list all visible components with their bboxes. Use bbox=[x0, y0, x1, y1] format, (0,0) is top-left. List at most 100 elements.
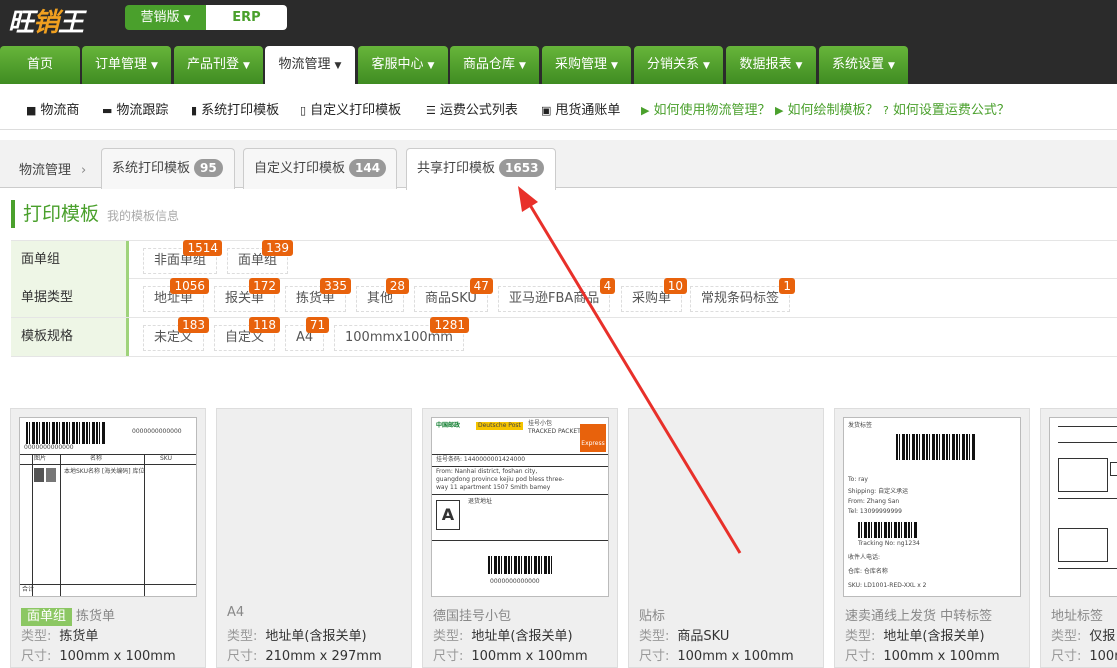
tab-count-badge: 95 bbox=[194, 159, 223, 177]
filter-option[interactable]: 100mmx100mm 1281 bbox=[334, 317, 469, 351]
subnav-freight-formulas[interactable]: ☰ 运费公式列表 bbox=[426, 99, 518, 118]
filter-option[interactable]: 面单组 139 bbox=[227, 240, 294, 274]
subnav-custom-templates[interactable]: ▯ 自定义打印模板 bbox=[300, 99, 401, 118]
tracking-icon: ▬ bbox=[102, 104, 113, 117]
sub-nav: ■ 物流商 ▬ 物流跟踪 ▮ 系统打印模板 ▯ 自定义打印模板 ☰ 运费公式列表 ▣ 甩货通… bbox=[0, 84, 1117, 130]
from-line: From: Zhang San bbox=[848, 498, 900, 505]
help-freight-link[interactable]: ? 如何设置运费公式？ bbox=[883, 99, 1010, 118]
subnav-bill[interactable]: ▣ 甩货通账单 bbox=[541, 99, 620, 118]
tab-count-badge: 1653 bbox=[499, 159, 545, 177]
template-thumbnail bbox=[1049, 417, 1117, 597]
caret-down-icon: ▼ bbox=[427, 61, 435, 71]
nav-listing[interactable]: 产品刊登 ▼ bbox=[174, 46, 263, 84]
nav-service[interactable]: 客服中心 ▼ bbox=[358, 46, 448, 84]
template-name: 地址标签 bbox=[1051, 609, 1104, 624]
filter-row-doc-type: 单据类型 地址单 1056 报关单 172 拣货单 335 其他 28 商品SKU 47 … bbox=[11, 278, 1117, 318]
filter-row-spec: 模板规格 未定义 183 自定义 118 A4 71 100mmx100mm 1281 bbox=[11, 317, 1117, 357]
filter-label: 单据类型 bbox=[11, 279, 129, 317]
help-template-link[interactable]: ▶ 如何绘制模板？ bbox=[775, 99, 878, 118]
count-badge: 4 bbox=[599, 278, 616, 294]
barcode bbox=[488, 556, 554, 574]
breadcrumb: 物流管理 › bbox=[19, 163, 87, 178]
filter-option[interactable]: 常规条码标签 1 bbox=[690, 278, 796, 312]
help-logistics-link[interactable]: ▶ 如何使用物流管理？ bbox=[641, 99, 770, 118]
subnav-tracking[interactable]: ▬ 物流跟踪 bbox=[102, 99, 168, 118]
express-logo: Express bbox=[580, 424, 606, 452]
from-address: From: Nanhai district, foshan city, guan… bbox=[436, 468, 565, 491]
template-type: 类型: 地址单(含报关单) bbox=[227, 629, 367, 644]
tab-system-templates[interactable]: 系统打印模板 95 bbox=[101, 148, 235, 189]
filter-option[interactable]: 未定义 183 bbox=[143, 317, 210, 351]
col-header: SKU bbox=[160, 455, 172, 462]
filter-option[interactable]: 拣货单 335 bbox=[285, 278, 352, 312]
edition-marketing-button[interactable]: 营销版 ▼ bbox=[125, 5, 206, 30]
tab-custom-templates[interactable]: 自定义打印模板 144 bbox=[243, 148, 397, 189]
barcode bbox=[26, 422, 106, 444]
receiver-line: 收件人电话: bbox=[848, 554, 881, 561]
count-badge: 118 bbox=[249, 317, 281, 333]
tracked-label: TRACKED PACKET bbox=[528, 428, 581, 435]
template-name: 德国挂号小包 bbox=[433, 609, 512, 624]
template-size: 尺寸: 100mm x 100mm bbox=[845, 649, 1000, 664]
nav-warehouse[interactable]: 商品仓库 ▼ bbox=[450, 46, 539, 84]
nav-purchase[interactable]: 采购管理 ▼ bbox=[542, 46, 631, 84]
template-size: 尺寸: 100mm x 100mm bbox=[21, 649, 176, 664]
page-subtitle: 我的模板信息 bbox=[107, 209, 180, 223]
template-type: 类型: 仅报 bbox=[1051, 629, 1116, 644]
template-card[interactable]: 中国邮政 Deutsche Post 挂号小包 TRACKED PACKET E… bbox=[422, 408, 618, 668]
template-thumbnail: 发货标签 To: ray Shipping: 自定义承运 From: Zhang… bbox=[843, 417, 1021, 597]
sku-line: SKU: LD1001-RED-XXL x 2 bbox=[848, 582, 927, 589]
truck-icon: ■ bbox=[26, 104, 37, 117]
barcode-number: 0000000000000 bbox=[132, 428, 182, 435]
filter-option[interactable]: 商品SKU 47 bbox=[414, 278, 493, 312]
template-thumbnail: 0000000000000 0000000000000 图片 名称 SKU 本地… bbox=[19, 417, 197, 597]
caret-down-icon: ▼ bbox=[151, 61, 158, 71]
nav-reports[interactable]: 数据报表 ▼ bbox=[726, 46, 816, 84]
main-nav: 首页 订单管理 ▼ 产品刊登 ▼ 物流管理 ▼ 客服中心 ▼ 商品仓库 ▼ 采购管理 ▼ 分… bbox=[0, 40, 1117, 84]
barcode-number: 0000000000000 bbox=[490, 578, 540, 585]
edition-switch: 营销版 ▼ ERP bbox=[125, 5, 287, 30]
nav-home[interactable]: 首页 bbox=[0, 46, 80, 84]
video-icon: ▶ bbox=[775, 104, 784, 117]
count-badge: 71 bbox=[305, 317, 330, 333]
template-card[interactable]: A4 类型: 地址单(含报关单) 尺寸: 210mm x 297mm bbox=[216, 408, 412, 668]
caret-down-icon: ▼ bbox=[703, 61, 710, 71]
warehouse-line: 仓库: 仓库名称 bbox=[848, 568, 888, 575]
filter-option[interactable]: 自定义 118 bbox=[214, 317, 281, 351]
template-card[interactable]: 贴标 类型: 商品SKU 尺寸: 100mm x 100mm bbox=[628, 408, 824, 668]
nav-distribution[interactable]: 分销关系 ▼ bbox=[634, 46, 723, 84]
caret-down-icon: ▼ bbox=[888, 61, 895, 71]
count-badge: 1056 bbox=[170, 278, 210, 294]
filter-option[interactable]: 地址单 1056 bbox=[143, 278, 210, 312]
filter-label: 模板规格 bbox=[11, 318, 129, 356]
template-type: 类型: 地址单(含报关单) bbox=[433, 629, 573, 644]
filter-option[interactable]: 报关单 172 bbox=[214, 278, 281, 312]
col-header: 名称 bbox=[90, 455, 103, 462]
filter-option[interactable]: 亚马逊FBA商品 4 bbox=[498, 278, 616, 312]
tab-shared-templates[interactable]: 共享打印模板 1653 bbox=[406, 148, 556, 190]
barcode bbox=[858, 522, 918, 538]
subnav-carriers[interactable]: ■ 物流商 bbox=[26, 99, 79, 118]
subnav-system-templates[interactable]: ▮ 系统打印模板 bbox=[191, 99, 279, 118]
registered-label: 挂号小包 bbox=[528, 420, 553, 427]
filter-option[interactable]: 采购单 10 bbox=[621, 278, 688, 312]
edition-erp-button[interactable]: ERP bbox=[206, 5, 287, 30]
tab-bar: 物流管理 › 系统打印模板 95 自定义打印模板 144 共享打印模板 1653 bbox=[0, 140, 1117, 190]
filter-option[interactable]: 其他 28 bbox=[356, 278, 410, 312]
logo[interactable]: 旺销王 bbox=[8, 2, 84, 39]
template-card[interactable]: 发货标签 To: ray Shipping: 自定义承运 From: Zhang… bbox=[834, 408, 1030, 668]
page-title: 打印模板 我的模板信息 bbox=[11, 200, 179, 228]
nav-settings[interactable]: 系统设置 ▼ bbox=[819, 46, 908, 84]
filter-option[interactable]: 非面单组 1514 bbox=[143, 240, 223, 274]
nav-orders[interactable]: 订单管理 ▼ bbox=[82, 46, 171, 84]
help-icon: ? bbox=[883, 104, 889, 117]
zone-letter: A bbox=[436, 500, 460, 530]
filter-option[interactable]: A4 71 bbox=[285, 317, 330, 351]
template-thumbnail bbox=[225, 417, 403, 597]
template-type: 类型: 商品SKU bbox=[639, 629, 730, 644]
template-card[interactable]: 0000000000000 0000000000000 图片 名称 SKU 本地… bbox=[10, 408, 206, 668]
template-card[interactable]: 地址标签 类型:仅报 尺寸:100m bbox=[1040, 408, 1117, 668]
nav-logistics[interactable]: 物流管理 ▼ bbox=[265, 46, 355, 84]
col-header: 图片 bbox=[34, 455, 47, 462]
caret-down-icon: ▼ bbox=[334, 61, 342, 71]
